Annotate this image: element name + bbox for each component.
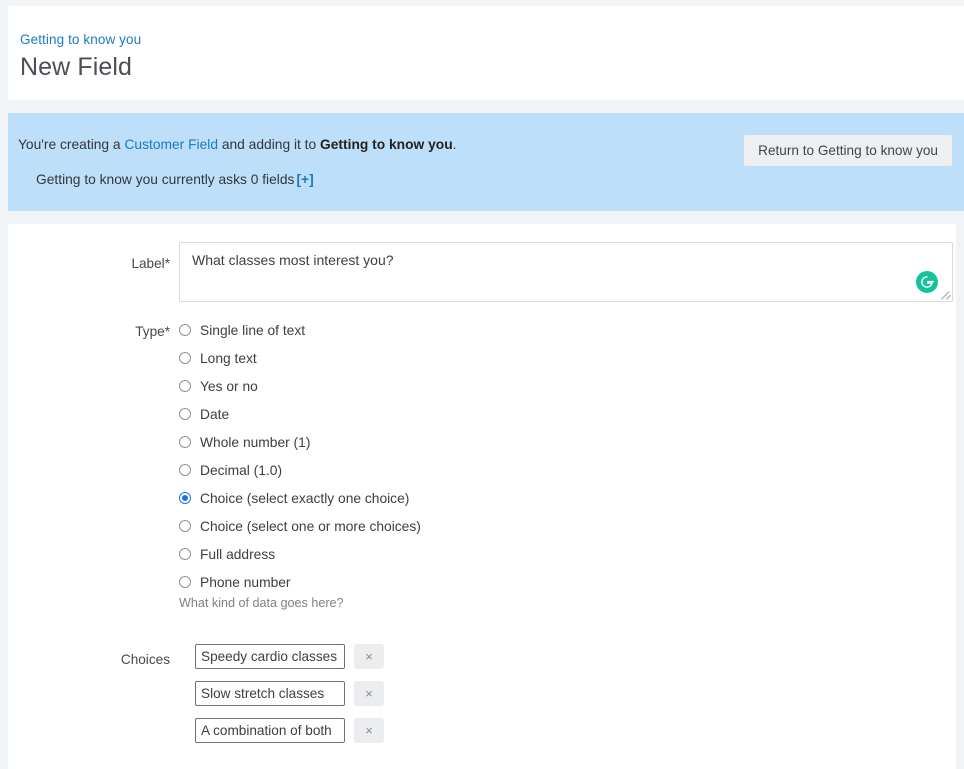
- radio-icon[interactable]: [179, 352, 191, 364]
- label-field-caption: Label*: [50, 256, 170, 271]
- radio-icon[interactable]: [179, 464, 191, 476]
- type-radio-option[interactable]: Phone number: [179, 568, 421, 596]
- banner-primary-message: You're creating a Customer Field and add…: [18, 137, 456, 152]
- choice-row: ×: [195, 681, 384, 706]
- banner-text-prefix: You're creating a: [18, 137, 124, 152]
- type-radio-group: Single line of text Long text Yes or no Dat…: [179, 316, 421, 596]
- type-radio-label: Decimal (1.0): [200, 463, 282, 478]
- banner-field-count-text: Getting to know you currently asks 0 fie…: [36, 172, 294, 187]
- choice-row: ×: [195, 718, 384, 743]
- radio-icon[interactable]: [179, 548, 191, 560]
- type-radio-option[interactable]: Whole number (1): [179, 428, 421, 456]
- type-radio-option[interactable]: Yes or no: [179, 372, 421, 400]
- page-title: New Field: [20, 53, 132, 82]
- type-radio-option[interactable]: Long text: [179, 344, 421, 372]
- radio-icon[interactable]: [179, 520, 191, 532]
- breadcrumb-link[interactable]: Getting to know you: [20, 32, 141, 47]
- choices-field-caption: Choices: [50, 652, 170, 667]
- type-radio-option[interactable]: Single line of text: [179, 316, 421, 344]
- page-root: Getting to know you New Field You're cre…: [0, 0, 964, 769]
- label-input-wrapper: [179, 242, 953, 302]
- type-radio-label: Yes or no: [200, 379, 258, 394]
- remove-choice-button[interactable]: ×: [354, 718, 384, 743]
- textarea-resize-handle[interactable]: [940, 289, 952, 301]
- radio-icon[interactable]: [179, 436, 191, 448]
- radio-icon[interactable]: [179, 492, 191, 504]
- label-input[interactable]: [179, 242, 953, 302]
- type-radio-label: Whole number (1): [200, 435, 310, 450]
- type-radio-option[interactable]: Date: [179, 400, 421, 428]
- banner-text-middle: and adding it to: [218, 137, 320, 152]
- choice-row: ×: [195, 644, 384, 669]
- expand-fields-link[interactable]: [+]: [296, 172, 313, 187]
- banner-text-suffix: .: [453, 137, 457, 152]
- new-field-form: Label* Type* Single line of text Long tex…: [8, 224, 956, 769]
- banner-form-name: Getting to know you: [320, 137, 453, 152]
- type-radio-label: Choice (select exactly one choice): [200, 491, 409, 506]
- type-radio-option[interactable]: Choice (select one or more choices): [179, 512, 421, 540]
- type-field-caption: Type*: [50, 324, 170, 339]
- customer-field-link[interactable]: Customer Field: [124, 137, 218, 152]
- page-header: Getting to know you New Field: [8, 6, 964, 100]
- radio-icon[interactable]: [179, 380, 191, 392]
- type-radio-label: Choice (select one or more choices): [200, 519, 421, 534]
- radio-icon[interactable]: [179, 576, 191, 588]
- type-helper-text: What kind of data goes here?: [179, 596, 344, 610]
- type-radio-label: Date: [200, 407, 229, 422]
- remove-choice-button[interactable]: ×: [354, 644, 384, 669]
- choices-list: × × ×: [195, 644, 384, 755]
- choice-input[interactable]: [195, 681, 345, 706]
- type-radio-option[interactable]: Decimal (1.0): [179, 456, 421, 484]
- type-radio-option[interactable]: Full address: [179, 540, 421, 568]
- type-radio-label: Phone number: [200, 575, 291, 590]
- choice-input[interactable]: [195, 718, 345, 743]
- type-radio-label: Single line of text: [200, 323, 305, 338]
- type-radio-label: Full address: [200, 547, 275, 562]
- radio-icon[interactable]: [179, 408, 191, 420]
- type-radio-option[interactable]: Choice (select exactly one choice): [179, 484, 421, 512]
- grammarly-icon[interactable]: [916, 271, 938, 293]
- type-radio-label: Long text: [200, 351, 257, 366]
- banner-secondary-message: Getting to know you currently asks 0 fie…: [36, 172, 314, 187]
- return-to-form-button[interactable]: Return to Getting to know you: [744, 135, 952, 166]
- remove-choice-button[interactable]: ×: [354, 681, 384, 706]
- info-banner: You're creating a Customer Field and add…: [8, 113, 964, 211]
- choice-input[interactable]: [195, 644, 345, 669]
- radio-icon[interactable]: [179, 324, 191, 336]
